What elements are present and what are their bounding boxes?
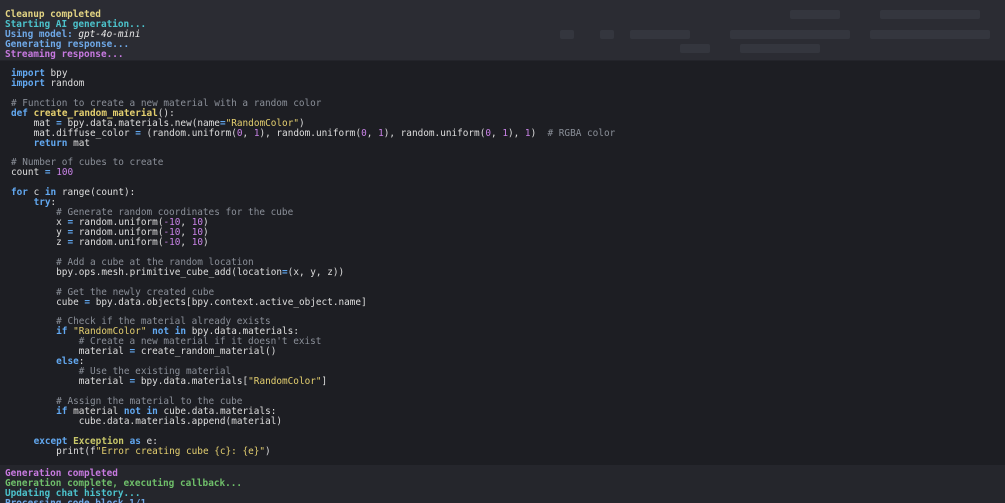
terminal-window: Cleanup completed Starting AI generation.… xyxy=(0,0,1005,503)
log-output-top: Cleanup completed Starting AI generation.… xyxy=(5,10,146,60)
background-tool-icon xyxy=(560,30,574,39)
code-line: z = random.uniform(-10, 10) xyxy=(56,236,209,248)
code-content: import bpy import random # Function to cr… xyxy=(11,69,615,457)
background-app-toolbar xyxy=(0,0,1005,60)
code-line: # Number of cubes to create xyxy=(11,157,164,169)
code-line: bpy.ops.mesh.primitive_cube_add(location… xyxy=(56,266,345,278)
code-line: material = bpy.data.materials["RandomCol… xyxy=(78,376,328,388)
code-line: material = create_random_material() xyxy=(78,346,277,358)
code-line: count = 100 xyxy=(11,167,74,179)
code-line: return mat xyxy=(33,137,91,149)
background-tool-icon xyxy=(680,44,710,53)
background-tool-icon xyxy=(630,30,690,39)
log-line: Streaming response... xyxy=(5,49,124,60)
background-tool-icon xyxy=(730,30,850,39)
background-tool-icon xyxy=(880,10,980,19)
code-block: import bpy import random # Function to cr… xyxy=(0,61,1005,465)
code-line: print(f"Error creating cube {c}: {e}") xyxy=(56,445,271,457)
code-line: import bpy xyxy=(11,68,68,79)
background-tool-icon xyxy=(870,30,990,39)
log-line: Processing code block 1/1 xyxy=(5,499,242,503)
code-line: cube = bpy.data.objects[bpy.context.acti… xyxy=(56,296,367,308)
code-line: import random xyxy=(11,77,85,89)
background-tool-icon xyxy=(790,10,840,19)
code-line: cube.data.materials.append(material) xyxy=(78,415,283,427)
background-tool-icon xyxy=(600,30,614,39)
background-tool-icon xyxy=(740,44,820,53)
code-line: for c in range(count): xyxy=(11,187,136,199)
log-output-bottom: Generation completed Generation complete,… xyxy=(5,469,242,503)
code-line: mat.diffuse_color = (random.uniform(0, 1… xyxy=(33,127,616,139)
